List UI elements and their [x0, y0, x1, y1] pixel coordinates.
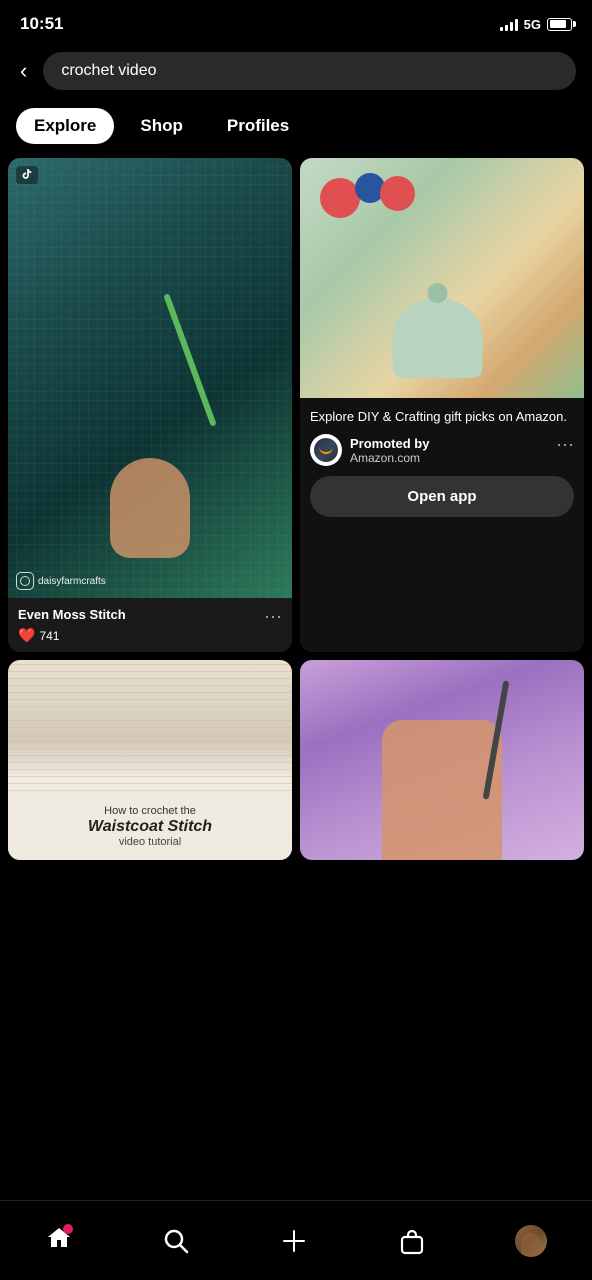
pin-card-waistcoat[interactable]: How to crochet the Waistcoat Stitch vide… [8, 660, 292, 860]
instagram-label: daisyfarmcrafts [38, 576, 106, 587]
heart-icon: ❤️ [18, 627, 35, 644]
promoted-source: Amazon.com [350, 451, 548, 465]
waistcoat-how-label: How to crochet the [20, 805, 280, 817]
tab-bar: Explore Shop Profiles [0, 102, 592, 154]
content-grid: daisyfarmcrafts Even Moss Stitch ··· ❤️ … [0, 154, 592, 864]
pin-likes-even-moss: ❤️ 741 [18, 627, 282, 644]
yarn-ball-red [320, 178, 360, 218]
pin-image-even-moss: daisyfarmcrafts [8, 158, 292, 598]
tab-shop[interactable]: Shop [122, 108, 201, 144]
profile-avatar [515, 1225, 547, 1257]
crochet-hat-shape [393, 298, 483, 378]
network-type: 5G [524, 17, 541, 32]
pin-more-button-even-moss[interactable]: ··· [264, 606, 282, 627]
tab-profiles[interactable]: Profiles [209, 108, 307, 144]
status-time: 10:51 [20, 14, 63, 34]
nav-search[interactable] [146, 1219, 206, 1263]
instagram-icon [16, 572, 34, 590]
pin-meta-even-moss: Even Moss Stitch ··· [18, 606, 282, 627]
instagram-badge: daisyfarmcrafts [16, 572, 106, 590]
bottom-nav [0, 1200, 592, 1280]
tiktok-badge [16, 166, 38, 184]
ad-source: Promoted by Amazon.com ··· [310, 434, 574, 466]
waistcoat-title: Waistcoat Stitch [20, 817, 280, 836]
open-app-button[interactable]: Open app [310, 476, 574, 517]
amazon-ad-image [300, 158, 584, 398]
search-bar-container: ‹ crochet video [0, 44, 592, 102]
pin-info-even-moss: Even Moss Stitch ··· ❤️ 741 [8, 598, 292, 652]
search-nav-icon [162, 1227, 190, 1255]
plus-icon [280, 1227, 308, 1255]
tab-explore[interactable]: Explore [16, 108, 114, 144]
ad-title: Explore DIY & Crafting gift picks on Ama… [310, 408, 574, 426]
amazon-logo [310, 434, 342, 466]
pin-card-purple-crochet[interactable] [300, 660, 584, 860]
search-query: crochet video [61, 62, 156, 79]
notification-dot [63, 1224, 73, 1234]
back-button[interactable]: ‹ [16, 54, 31, 88]
pin-card-even-moss-stitch[interactable]: daisyfarmcrafts Even Moss Stitch ··· ❤️ … [8, 158, 292, 652]
search-input-wrapper[interactable]: crochet video [43, 52, 576, 90]
nav-profile[interactable] [499, 1217, 563, 1265]
battery-icon [547, 18, 572, 31]
waistcoat-sub-label: video tutorial [20, 836, 280, 848]
bag-icon [398, 1227, 426, 1255]
nav-create[interactable] [264, 1219, 324, 1263]
pin-card-amazon-ad[interactable]: Explore DIY & Crafting gift picks on Ama… [300, 158, 584, 652]
pin-title-even-moss: Even Moss Stitch [18, 607, 126, 622]
ad-info: Explore DIY & Crafting gift picks on Ama… [300, 398, 584, 525]
waistcoat-image: How to crochet the Waistcoat Stitch vide… [8, 660, 292, 860]
status-bar: 10:51 5G [0, 0, 592, 44]
nav-shop[interactable] [382, 1219, 442, 1263]
pin-likes-count: 741 [39, 629, 59, 643]
home-icon-wrapper [45, 1224, 73, 1257]
purple-crochet-image [300, 660, 584, 860]
nav-home[interactable] [29, 1216, 89, 1265]
status-icons: 5G [500, 17, 572, 32]
signal-bars-icon [500, 17, 518, 31]
ad-source-text: Promoted by Amazon.com [350, 436, 548, 465]
amazon-smile-icon [319, 447, 333, 454]
ad-more-button[interactable]: ··· [556, 434, 574, 455]
yarn-ball-red2 [380, 176, 415, 211]
waistcoat-overlay: How to crochet the Waistcoat Stitch vide… [8, 793, 292, 860]
promoted-by-label: Promoted by [350, 436, 548, 451]
